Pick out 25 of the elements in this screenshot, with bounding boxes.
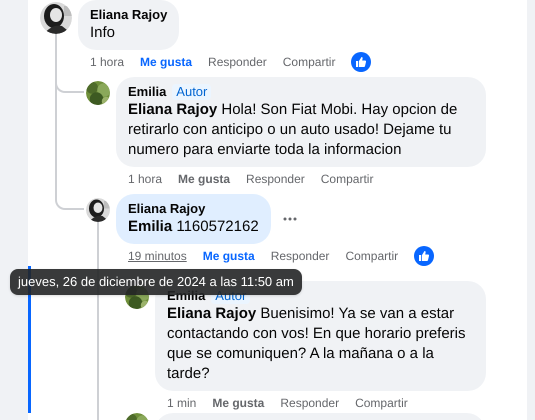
- comment-text: Info: [90, 23, 116, 43]
- reply-link[interactable]: Responder: [270, 247, 330, 265]
- reply-link[interactable]: Responder: [208, 53, 267, 71]
- comment-text: Emilia 1160572162: [128, 217, 259, 237]
- comment-text: Eliana Rajoy Hola! Son Fiat Mobi. Hay opcion de retirarlo con anticipo o un auto usado! Dejame tu numero para enviarte toda la informacion: [128, 100, 458, 160]
- author-badge: Autor: [172, 84, 212, 100]
- share-link[interactable]: Compartir: [345, 247, 398, 265]
- author-name[interactable]: Eliana Rajoy: [90, 7, 168, 23]
- share-link[interactable]: Compartir: [282, 53, 336, 71]
- author-name[interactable]: Eliana Rajoy: [128, 201, 206, 217]
- like-link[interactable]: Me gusta: [140, 53, 192, 71]
- share-link[interactable]: Compartir: [355, 394, 408, 412]
- comment-time[interactable]: 19 minutos: [128, 247, 187, 265]
- timestamp-tooltip: jueves, 26 de diciembre de 2024 a las 11:50 am: [10, 269, 302, 295]
- comment-time[interactable]: 1 hora: [90, 53, 124, 71]
- author-name[interactable]: Emilia: [128, 84, 166, 100]
- like-link[interactable]: Me gusta: [178, 170, 230, 188]
- share-link[interactable]: Compartir: [320, 170, 374, 188]
- like-link[interactable]: Me gusta: [212, 394, 264, 412]
- comment-time[interactable]: 1 hora: [128, 170, 162, 188]
- comment-text: Eliana Rajoy Buenisimo! Ya se van a estar contactando con vos! En que horario preferis que se comuniquen? A la mañana o a la tarde?: [167, 304, 467, 384]
- comment-time[interactable]: 1 min: [167, 394, 196, 412]
- like-link[interactable]: Me gusta: [202, 247, 255, 265]
- reply-link[interactable]: Responder: [280, 394, 340, 412]
- reply-link[interactable]: Responder: [246, 170, 305, 188]
